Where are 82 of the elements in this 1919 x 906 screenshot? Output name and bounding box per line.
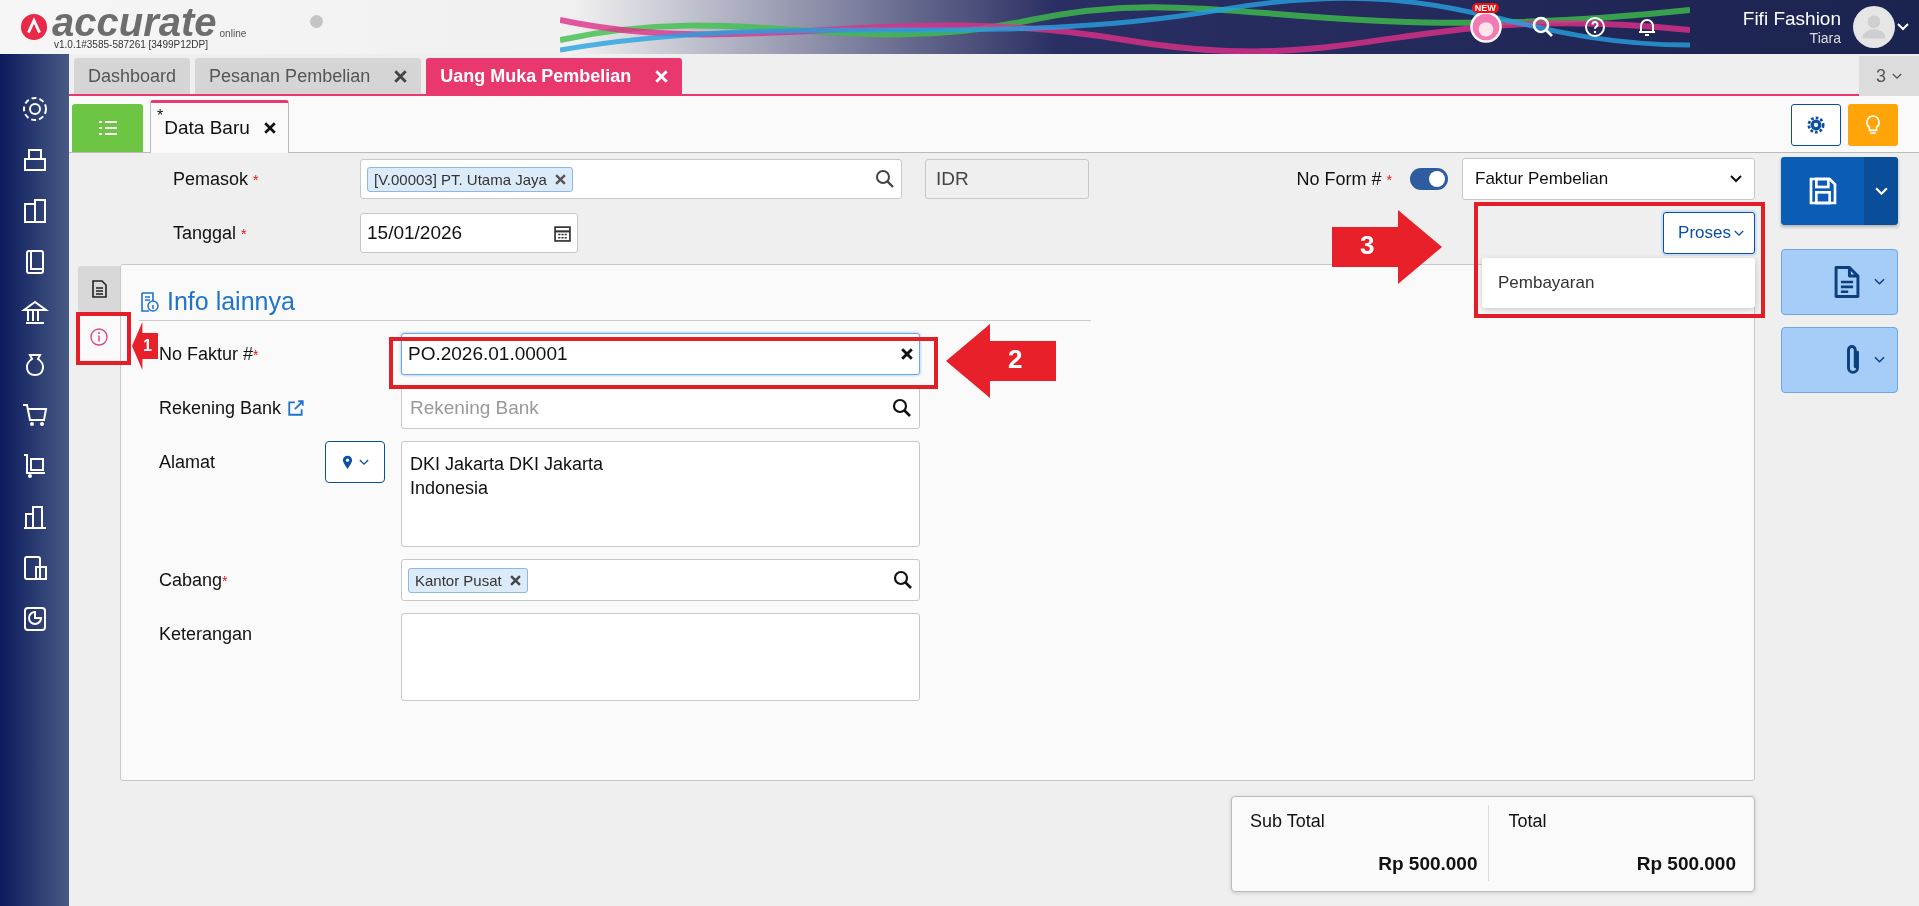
auto-number-toggle[interactable] [1410,168,1448,190]
field-label: Keterangan [159,623,253,645]
chevron-down-icon [1874,278,1885,286]
total-label: Sub Total [1250,811,1326,832]
document-tab[interactable]: Dashboard [74,58,191,94]
logo-wordmark: accurate [52,4,217,39]
logo-subtitle: online [219,27,247,39]
search-icon[interactable] [1530,15,1555,39]
mascot-icon[interactable] [1468,10,1503,44]
document-tab[interactable]: Pesanan Pembelian [195,58,422,94]
chevron-down-icon[interactable] [1897,23,1909,31]
field-label: No Faktur #* [159,343,259,365]
list-icon [97,120,118,136]
info-icon [89,327,109,347]
address-field[interactable]: DKI Jakarta DKI Jakarta Indonesia [401,441,920,547]
callout-number: 2 [1008,344,1023,374]
callout-number: 1 [143,336,152,356]
menu-item[interactable]: Pembayaran [1482,258,1755,308]
status-dot [310,14,324,28]
chevron-down-icon [1892,72,1902,80]
paperclip-icon [1844,343,1862,377]
field-label: Rekening Bank [159,397,282,419]
chevron-down-icon [1730,175,1742,183]
chevron-down-icon [1874,186,1888,196]
user-name: Tiara [1809,30,1841,46]
field-label: Cabang* [159,569,228,591]
section-title: Info lainnya [167,287,295,316]
clear-icon[interactable] [901,348,913,360]
location-button[interactable] [325,441,385,483]
tab-count-button[interactable]: 3 [1859,56,1919,96]
branch-field[interactable]: Kantor Pusat [401,559,920,601]
chevron-down-icon [1734,229,1744,237]
notes-field[interactable] [401,613,920,701]
close-icon[interactable] [263,122,276,134]
document-tab[interactable]: Uang Muka Pembelian [426,58,683,94]
side-tab[interactable] [78,266,120,312]
settings-button[interactable] [1791,104,1841,146]
total-amount: Rp 500.000 [1636,853,1736,875]
document-menu-button[interactable] [1781,249,1898,315]
lightbulb-icon [1864,114,1882,136]
receipt-info-icon [139,290,159,313]
supplier-chip: [V.00003] PT. Utama Jaya [367,166,573,192]
logo-icon [20,13,48,41]
invoice-number-field[interactable]: PO.2026.01.00001 [401,333,920,375]
total-label: Total [1508,811,1548,832]
calendar-icon[interactable] [554,224,571,242]
supplier-field[interactable]: [V.00003] PT. Utama Jaya [360,159,902,199]
remove-icon[interactable] [509,574,521,586]
callout-number: 3 [1360,230,1375,260]
chevron-down-icon [1874,356,1885,364]
save-button[interactable] [1781,157,1864,225]
branch-chip: Kantor Pusat [408,567,528,593]
search-icon[interactable] [875,169,895,189]
close-icon[interactable] [394,69,408,83]
total-amount: Rp 500.000 [1378,853,1478,875]
form-type-select[interactable]: Faktur Pembelian [1462,158,1755,200]
help-icon[interactable] [1582,15,1607,39]
chevron-down-icon [358,458,369,466]
search-icon[interactable] [892,398,912,418]
callout-arrow [132,322,158,370]
search-icon[interactable] [893,570,913,590]
highlight-frame [76,312,131,365]
document-icon [89,279,109,299]
remove-icon[interactable] [554,173,566,185]
field-label: No Form # * [1296,168,1392,190]
document-icon [1832,265,1862,299]
date-field[interactable]: 15/01/2026 [360,213,578,253]
attachment-button[interactable] [1781,327,1898,393]
avatar-icon[interactable] [1853,6,1895,48]
external-link-icon[interactable] [287,399,306,417]
proses-button[interactable]: Proses [1663,212,1755,254]
form-tab[interactable]: $^{*}$Data Baru [150,100,289,153]
field-label: Alamat [159,451,216,473]
side-tab[interactable] [78,314,120,360]
settings-icon [1807,116,1825,134]
version-text: v1.0.1#3585-587261 [3499P12DP] [54,38,209,50]
map-pin-icon [341,454,353,470]
bank-account-field[interactable]: Rekening Bank [401,387,920,429]
new-badge: NEW [1471,3,1499,13]
field-label: Tanggal * [173,222,248,244]
company-name: Fifi Fashion [1742,8,1841,30]
field-label: Pemasok * [173,168,260,190]
